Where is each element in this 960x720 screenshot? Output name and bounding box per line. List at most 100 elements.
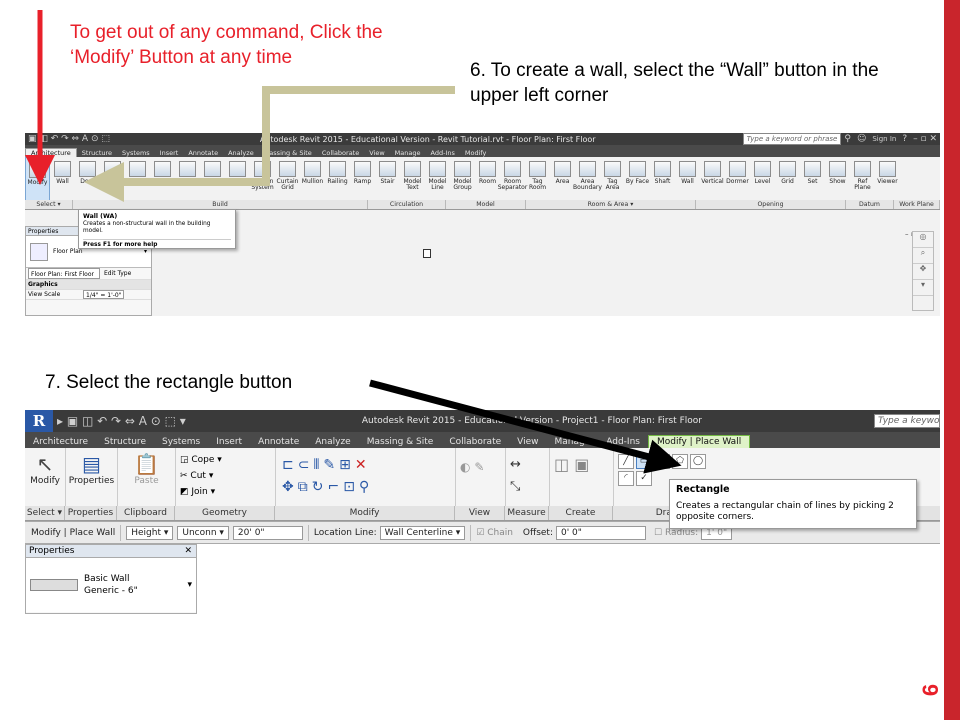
hide-icon[interactable]: ◐ (460, 460, 470, 474)
split-icon[interactable]: ✎ (323, 457, 339, 473)
wall-button[interactable]: Wall (50, 157, 75, 201)
tab-collaborate[interactable]: Collaborate (317, 149, 364, 157)
tab-massing-site[interactable]: Massing & Site (359, 436, 442, 448)
unconnected-dropdown[interactable]: Unconn ▾ (177, 525, 229, 540)
tab-architecture[interactable]: Architecture (25, 436, 96, 448)
tab-massing-site[interactable]: Massing & Site (259, 149, 317, 157)
line-icon[interactable]: ╱ (618, 454, 634, 469)
pin-icon[interactable]: ⚲ (359, 479, 373, 495)
chain-checkbox[interactable]: ☑ Chain (476, 528, 513, 538)
create-similar-icon[interactable]: ◫ (554, 455, 569, 474)
panel-room-area-[interactable]: Room & Area ▾ (526, 200, 696, 209)
vertical-button[interactable]: Vertical (700, 157, 725, 201)
tag-area-button[interactable]: Tag Area (600, 157, 625, 201)
dimension-icon[interactable]: ⤡ (510, 479, 520, 494)
steering-wheel-icon[interactable]: ◎ (913, 232, 933, 248)
binoculars-icon[interactable]: ⚲ (844, 134, 851, 144)
panel-create[interactable]: Create (549, 506, 613, 520)
by-face-button[interactable]: By Face (625, 157, 650, 201)
join-button[interactable]: ◩ Join ▾ (180, 484, 271, 500)
tab-structure[interactable]: Structure (96, 436, 154, 448)
trim-icon[interactable]: ⌐ (327, 479, 343, 495)
radius-checkbox[interactable]: ☐ Radius: (654, 528, 698, 538)
tab-modify-place-wall[interactable]: Modify | Place Wall (647, 435, 751, 448)
set-button[interactable]: Set (800, 157, 825, 201)
tab-add-ins[interactable]: Add-Ins (426, 149, 460, 157)
panel-opening[interactable]: Opening (696, 200, 846, 209)
panel-clipboard[interactable]: Clipboard (117, 506, 175, 520)
area-boundary-button[interactable]: Area Boundary (573, 157, 602, 201)
tab-systems[interactable]: Systems (117, 149, 155, 157)
rotate-icon[interactable]: ↻ (312, 479, 328, 495)
door-button[interactable]: Door (75, 157, 100, 201)
nav-options-icon[interactable]: ▾ (913, 280, 933, 296)
panel-datum[interactable]: Datum (846, 200, 894, 209)
room-button[interactable]: Room (475, 157, 500, 201)
roof-button[interactable]: Roof (175, 157, 200, 201)
instance-selector[interactable]: Floor Plan: First Floor (28, 268, 100, 279)
tab-manage[interactable]: Manage (390, 149, 426, 157)
show-button[interactable]: Show (825, 157, 850, 201)
create-group-icon[interactable]: ▣ (574, 455, 589, 474)
polygon-icon[interactable]: ⬡ (654, 454, 670, 469)
wall-button[interactable]: Wall (675, 157, 700, 201)
move-icon[interactable]: ✥ (282, 479, 298, 495)
chevron-down-icon[interactable]: ▾ (144, 248, 147, 255)
revit-logo-icon[interactable]: R (25, 410, 53, 432)
window-controls[interactable]: – ▫ ✕ (913, 134, 937, 144)
scale-icon[interactable]: ⊡ (343, 479, 359, 495)
tag-room-button[interactable]: Tag Room (525, 157, 550, 201)
tab-manage[interactable]: Manage (547, 436, 599, 448)
cut-button[interactable]: ✂ Cut ▾ (180, 468, 271, 484)
rectangle-icon[interactable]: ▭ (636, 454, 652, 469)
copy-icon[interactable]: ⧉ (298, 479, 312, 495)
panel-geometry[interactable]: Geometry (175, 506, 275, 520)
offset-field[interactable]: 0' 0" (556, 525, 646, 540)
chevron-down-icon[interactable]: ▾ (187, 580, 192, 590)
graphics-group[interactable]: Graphics (26, 280, 151, 290)
panel-measure[interactable]: Measure (505, 506, 549, 520)
circle-icon[interactable]: ◯ (690, 454, 706, 469)
delete-icon[interactable]: ✕ (355, 457, 371, 473)
model-text-button[interactable]: Model Text (400, 157, 425, 201)
tab-systems[interactable]: Systems (154, 436, 208, 448)
search-input[interactable]: Type a keyword (874, 414, 940, 428)
area-button[interactable]: Area (550, 157, 575, 201)
sign-in-link[interactable]: Sign In (872, 135, 896, 143)
user-icon[interactable]: ☺ (857, 134, 866, 144)
stair-button[interactable]: Stair (375, 157, 400, 201)
quick-access-icons[interactable]: ▣ ◧ ↶ ↷ ⇔ A ⊙ ⬚ (28, 134, 110, 144)
panel-work-plane[interactable]: Work Plane (894, 200, 940, 209)
modify-button[interactable]: Modify (25, 157, 50, 201)
tab-add-ins[interactable]: Add-Ins (598, 436, 648, 448)
pick-lines-icon[interactable]: ✓ (636, 471, 652, 486)
arc-icon[interactable]: ◜ (618, 471, 634, 486)
tab-view[interactable]: View (364, 149, 389, 157)
viewer-button[interactable]: Viewer (875, 157, 900, 201)
tab-structure[interactable]: Structure (77, 149, 117, 157)
search-input[interactable]: Type a keyword or phrase (742, 133, 842, 145)
shaft-button[interactable]: Shaft (650, 157, 675, 201)
curtain-grid-button[interactable]: Curtain Grid (275, 157, 300, 201)
tab-analyze[interactable]: Analyze (223, 149, 259, 157)
offset-icon[interactable]: ⊂ (298, 457, 314, 473)
tab-modify[interactable]: Modify (460, 149, 492, 157)
ramp-button[interactable]: Ramp (350, 157, 375, 201)
edit-type-button[interactable]: Edit Type (104, 268, 131, 279)
curtain-system-button[interactable]: Curtain System (250, 157, 275, 201)
tab-view[interactable]: View (509, 436, 546, 448)
panel-circulation[interactable]: Circulation (368, 200, 446, 209)
zoom-icon[interactable]: ⌕ (913, 248, 933, 264)
panel-select-[interactable]: Select ▾ (25, 200, 73, 209)
ref-plane-button[interactable]: Ref Plane (850, 157, 875, 201)
measure-icon[interactable]: ↔ (510, 457, 521, 472)
type-selector[interactable]: Basic Wall Generic - 6" ▾ (26, 558, 196, 612)
pan-icon[interactable]: ✥ (913, 264, 933, 280)
model-line-button[interactable]: Model Line (425, 157, 450, 201)
level-button[interactable]: Level (750, 157, 775, 201)
circumscribed-polygon-icon[interactable]: ⬠ (672, 454, 688, 469)
cope-button[interactable]: ◲ Cope ▾ (180, 452, 271, 468)
view-scale-value[interactable]: 1/4" = 1'-0" (83, 290, 125, 299)
panel-build[interactable]: Build (73, 200, 368, 209)
tab-analyze[interactable]: Analyze (307, 436, 358, 448)
